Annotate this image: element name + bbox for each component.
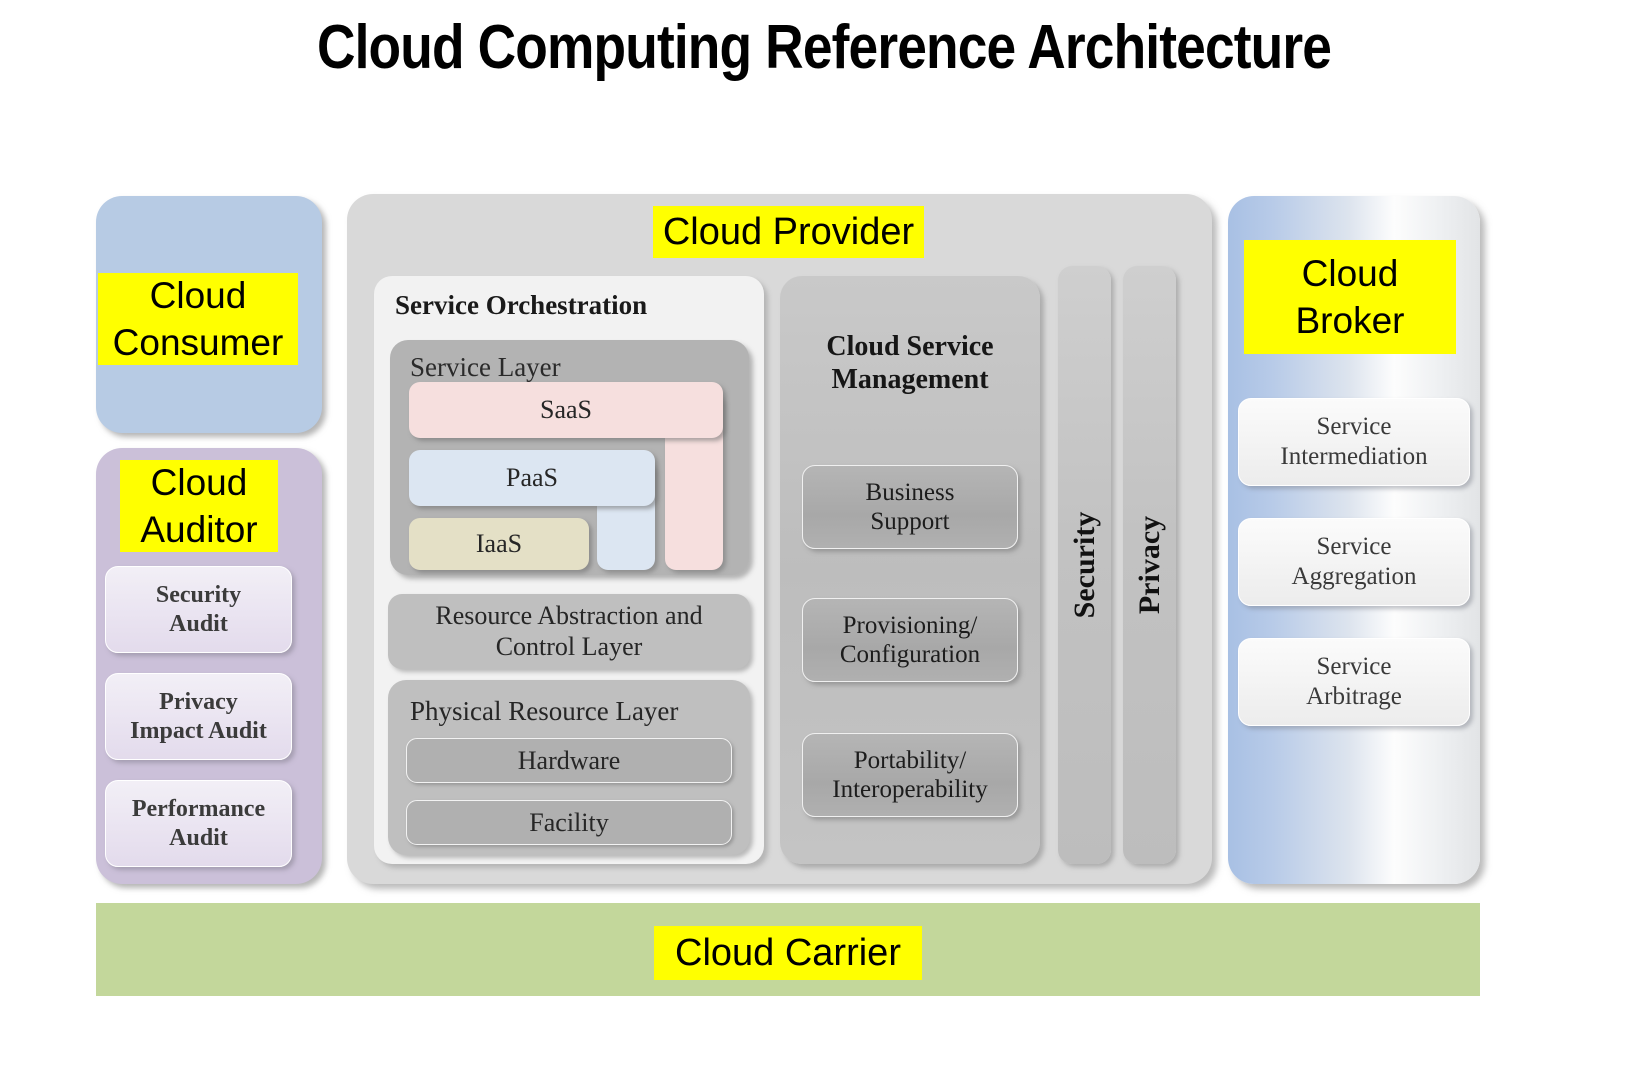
iaas-label: IaaS [409, 518, 589, 570]
cloud-broker-label: Cloud Broker [1244, 240, 1456, 354]
privacy-label: Privacy [1132, 515, 1166, 615]
physical-item-hardware: Hardware [406, 738, 732, 783]
broker-item-service-arbitrage: Service Arbitrage [1238, 638, 1470, 726]
management-item-business-support: Business Support [802, 465, 1018, 549]
service-layer-title: Service Layer [410, 352, 561, 382]
physical-item-facility: Facility [406, 800, 732, 845]
cloud-consumer-label: Cloud Consumer [98, 273, 298, 365]
cloud-auditor-label: Cloud Auditor [120, 460, 278, 552]
resource-abstraction-control-layer: Resource Abstraction and Control Layer [388, 594, 750, 669]
physical-resource-layer-title: Physical Resource Layer [410, 696, 679, 726]
page-title: Cloud Computing Reference Architecture [316, 13, 1332, 82]
security-label: Security [1067, 511, 1101, 619]
auditor-item-security-audit: Security Audit [105, 566, 292, 653]
auditor-item-privacy-impact-audit: Privacy Impact Audit [105, 673, 292, 760]
cloud-provider-label: Cloud Provider [653, 206, 924, 258]
cloud-service-management-title: Cloud Service Management [826, 331, 994, 396]
cloud-carrier-label: Cloud Carrier [654, 926, 922, 980]
security-vertical-bar: Security [1058, 266, 1111, 864]
paas-label: PaaS [409, 450, 655, 506]
management-item-provisioning-configuration: Provisioning/ Configuration [802, 598, 1018, 682]
service-orchestration-title: Service Orchestration [395, 290, 648, 320]
saas-label: SaaS [409, 382, 723, 438]
broker-item-service-intermediation: Service Intermediation [1238, 398, 1470, 486]
broker-item-service-aggregation: Service Aggregation [1238, 518, 1470, 606]
management-item-portability-interoperability: Portability/ Interoperability [802, 733, 1018, 817]
auditor-item-performance-audit: Performance Audit [105, 780, 292, 867]
privacy-vertical-bar: Privacy [1123, 266, 1176, 864]
